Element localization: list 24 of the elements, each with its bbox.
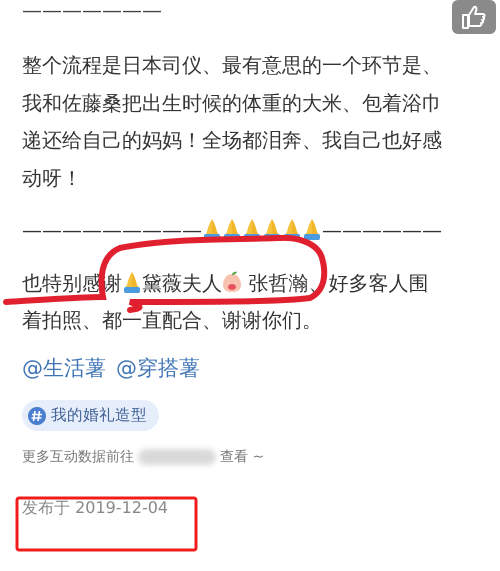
praying-hands-icon bbox=[202, 218, 222, 240]
praying-hands-icon bbox=[282, 218, 302, 240]
post-text: 动呀！ bbox=[22, 166, 82, 190]
thumbs-up-icon bbox=[460, 3, 488, 31]
post-text: ————————— bbox=[22, 218, 202, 242]
divider-text: ——————— bbox=[22, 0, 162, 20]
publish-date: 发布于 2019-12-04 bbox=[22, 496, 170, 519]
mention-link[interactable]: @穿搭薯 bbox=[116, 356, 200, 380]
info-text: 查看 ~ bbox=[220, 448, 264, 467]
post-text: —————— bbox=[322, 218, 442, 242]
post-text: 我和佐藤桑把出生时候的体重的大米、包着浴巾 bbox=[22, 90, 442, 114]
post-text: 张哲瀚、好多客人围 bbox=[247, 270, 428, 294]
info-text: 更多互动数据前往 bbox=[22, 448, 134, 467]
post-text: 黛薇夫人 bbox=[142, 270, 222, 294]
peach-icon bbox=[222, 270, 242, 292]
post-text: 递还给自己的妈妈！全场都泪奔、我自己也好感 bbox=[22, 128, 442, 152]
praying-hands-icon bbox=[122, 270, 142, 292]
like-button[interactable] bbox=[452, 0, 496, 34]
topic-tag[interactable]: 我的婚礼造型 bbox=[22, 400, 159, 432]
post-text: 整个流程是日本司仪、最有意思的一个环节是、 bbox=[22, 53, 442, 77]
post-text: 着拍照、都一直配合、谢谢你们。 bbox=[22, 308, 322, 332]
hashtag-icon bbox=[28, 406, 46, 425]
praying-hands-icon bbox=[302, 218, 322, 240]
mention-link[interactable]: @生活薯 bbox=[22, 356, 106, 380]
